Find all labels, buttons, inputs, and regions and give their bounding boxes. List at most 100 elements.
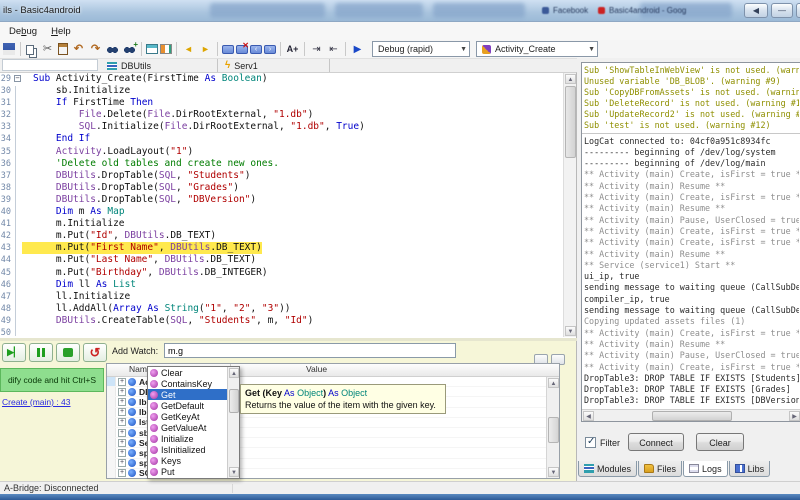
expand-icon[interactable]: + [118, 408, 126, 417]
title-bar[interactable]: Facebook Basic4android - Goog ils - Basi… [0, 0, 800, 22]
expand-icon[interactable]: + [118, 469, 126, 478]
connect-button[interactable]: Connect [628, 433, 684, 451]
code-editor[interactable]: 29− Sub Activity_Create(FirstTime As Bool… [0, 72, 577, 338]
debug-pause-button[interactable] [29, 343, 53, 362]
nav-back-icon[interactable] [181, 41, 196, 57]
expand-icon[interactable]: + [118, 397, 126, 406]
scroll-down-icon[interactable]: ▼ [565, 326, 576, 336]
nav-forward-icon[interactable] [198, 41, 213, 57]
expand-icon[interactable]: + [118, 438, 126, 447]
line-number: 36 [0, 158, 11, 169]
window-button[interactable]: ◀ [744, 3, 768, 18]
run-icon[interactable] [350, 41, 365, 57]
autocomplete-item[interactable]: GetKeyAt [148, 411, 227, 422]
undo-icon[interactable] [71, 41, 86, 57]
add-watch-input[interactable] [164, 343, 456, 358]
scroll-down-icon[interactable]: ▼ [229, 467, 239, 477]
autocomplete-item[interactable]: GetValueAt [148, 422, 227, 433]
autocomplete-item[interactable]: ContainsKey [148, 378, 227, 389]
log-line: --------- beginning of /dev/log/main [584, 158, 766, 169]
method-icon [150, 424, 158, 433]
fold-margin [13, 279, 22, 291]
youtube-favicon [598, 7, 605, 14]
fold-margin [13, 146, 22, 158]
scrollbar-thumb[interactable] [565, 86, 576, 158]
current-location-link[interactable]: Create (main) : 43 [2, 397, 71, 407]
editor-vertical-scrollbar[interactable]: ▲ ▼ [563, 73, 576, 337]
comment-next-icon[interactable] [264, 44, 276, 54]
filter-checkbox[interactable] [585, 436, 596, 448]
column-header-value[interactable]: Value [231, 364, 559, 376]
autocomplete-item[interactable]: IsInitialized [148, 445, 227, 456]
tab-dbutils[interactable]: DBUtils [100, 59, 218, 72]
tab-files[interactable]: Files [638, 461, 683, 477]
code-line: 46 Dim ll As List [0, 279, 576, 291]
expand-icon[interactable]: + [118, 448, 126, 457]
cut-icon[interactable] [40, 41, 55, 57]
toolbar-separator [345, 42, 346, 56]
debug-mode-dropdown[interactable]: Debug (rapid) ▼ [372, 41, 470, 57]
autocomplete-item[interactable]: GetDefault [148, 400, 227, 411]
line-number: 35 [0, 146, 11, 157]
tab-serv1[interactable]: ϟ Serv1 [218, 59, 330, 72]
save-icon[interactable] [3, 43, 15, 55]
tab-label: DBUtils [121, 60, 152, 71]
comment-add-icon[interactable] [222, 44, 234, 54]
paste-icon[interactable] [58, 43, 68, 55]
menu-item-debug[interactable]: Debug [2, 24, 44, 39]
scrollbar-thumb[interactable] [652, 411, 732, 421]
minimize-button[interactable]: — [771, 3, 793, 18]
bridge-icon[interactable] [160, 44, 172, 54]
autocomplete-item-label: Clear [161, 367, 183, 378]
scrollbar-thumb[interactable] [548, 417, 559, 443]
tab-libs[interactable]: Libs [728, 461, 771, 477]
maximize-button[interactable] [796, 3, 800, 18]
scroll-up-icon[interactable]: ▲ [229, 368, 239, 378]
row-selector [107, 468, 116, 478]
expand-icon[interactable]: + [118, 459, 126, 468]
expand-icon[interactable]: + [118, 428, 126, 437]
scroll-up-icon[interactable]: ▲ [565, 74, 576, 84]
log-line: ** Activity (main) Resume ** [584, 338, 726, 349]
log-lines: LogCat connected to: 04cf0a951c8934fc ---… [582, 134, 800, 409]
redo-icon[interactable] [88, 41, 103, 57]
outdent-icon[interactable] [326, 41, 341, 57]
log-output[interactable]: Sub 'ShowTableInWebView' is not used. (w… [581, 62, 800, 422]
expand-icon[interactable]: + [118, 377, 126, 386]
indent-icon[interactable] [309, 41, 324, 57]
scroll-right-icon[interactable]: ▶ [789, 411, 800, 421]
find-next-icon[interactable] [122, 37, 138, 57]
debug-stop-button[interactable] [56, 343, 80, 362]
current-sub-dropdown[interactable]: Activity_Create ▼ [476, 41, 598, 57]
font-size-icon[interactable] [285, 41, 300, 57]
autocomplete-item[interactable]: Put [148, 467, 227, 478]
scroll-up-icon[interactable]: ▲ [548, 378, 559, 388]
tab-logs[interactable]: Logs [683, 461, 728, 477]
code-text: End If [55, 133, 91, 145]
tab-modules[interactable]: Modules [578, 461, 638, 477]
autocomplete-item[interactable]: Keys [148, 456, 227, 467]
fold-collapse-icon[interactable]: − [14, 75, 21, 82]
autocomplete-item[interactable]: Initialize [148, 434, 227, 445]
expand-icon[interactable]: + [118, 418, 126, 427]
copy-icon[interactable] [26, 44, 34, 55]
scroll-left-icon[interactable]: ◀ [583, 411, 594, 421]
debug-step-button[interactable]: ▶▏ [2, 343, 26, 362]
find-icon[interactable] [105, 41, 120, 57]
autocomplete-item[interactable]: Get [148, 389, 227, 401]
scrollbar-thumb[interactable] [229, 389, 239, 413]
comment-prev-icon[interactable] [250, 44, 262, 54]
comment-remove-icon[interactable] [236, 42, 249, 54]
scroll-down-icon[interactable]: ▼ [548, 467, 559, 477]
clear-button[interactable]: Clear [696, 433, 744, 451]
expand-icon[interactable]: + [118, 387, 126, 396]
autocomplete-item[interactable]: Clear [148, 367, 227, 378]
menu-item-help[interactable]: Help [44, 24, 78, 39]
watch-vertical-scrollbar[interactable]: ▲ ▼ [546, 377, 559, 478]
warning-line: Sub 'ShowTableInWebView' is not used. (w… [584, 65, 799, 75]
designer-icon[interactable] [146, 44, 158, 54]
debug-restart-button[interactable]: ↺ [83, 343, 107, 362]
log-horizontal-scrollbar[interactable]: ◀ ▶ [582, 409, 800, 421]
autocomplete-scrollbar[interactable]: ▲ ▼ [227, 367, 239, 478]
code-line: 36 'Delete old tables and create new one… [0, 158, 576, 170]
